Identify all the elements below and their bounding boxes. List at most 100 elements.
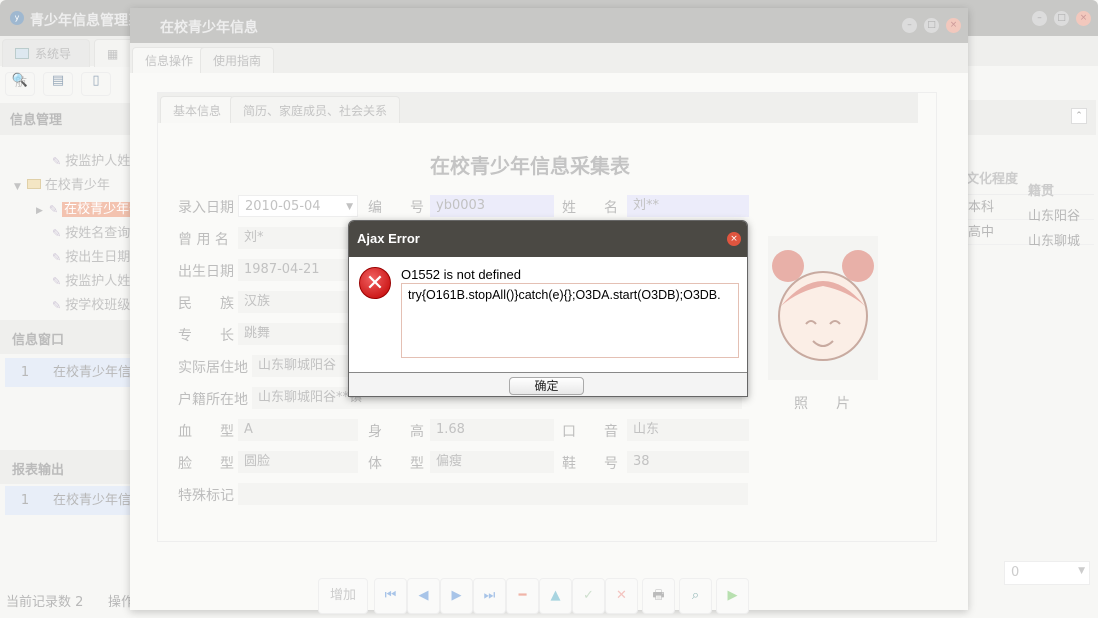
- accent-field[interactable]: 山东: [627, 419, 749, 441]
- birth-label: 出生日期: [178, 261, 234, 281]
- print-preview-button[interactable]: ⌕: [679, 578, 712, 614]
- window-list-row[interactable]: 1在校青少年信息: [5, 358, 130, 387]
- error-detail-textarea[interactable]: try{O161B.stopAll()}catch(e){};O3DA.star…: [401, 283, 739, 358]
- tab-user-guide[interactable]: 使用指南: [200, 47, 274, 73]
- cancel-button[interactable]: ✕: [605, 578, 638, 614]
- grid-icon: ▦: [107, 47, 118, 61]
- search-tool-button[interactable]: 🔍: [5, 72, 35, 96]
- dialog-title-bar: Ajax Error ×: [349, 221, 748, 257]
- tab-grid[interactable]: ▦: [94, 39, 134, 67]
- face-field[interactable]: 圆脸: [238, 451, 358, 473]
- height-label: 身 高: [368, 421, 424, 441]
- specialty-label: 专 长: [178, 325, 234, 345]
- content-header: ⌃: [968, 100, 1096, 135]
- sidebar-header-info-manage[interactable]: 信息管理: [0, 103, 130, 135]
- number-field[interactable]: yb0003: [430, 195, 554, 217]
- play-icon: ▶: [728, 588, 738, 603]
- build-label: 体 型: [368, 453, 424, 473]
- run-button[interactable]: ▶: [716, 578, 749, 614]
- height-field[interactable]: 1.68: [430, 419, 554, 441]
- table-row[interactable]: 本科山东阳谷: [968, 195, 1094, 220]
- last-record-button[interactable]: ⏭: [473, 578, 506, 614]
- edit-up-button[interactable]: ▲: [539, 578, 572, 614]
- wand-icon: ✎: [52, 275, 61, 288]
- entry-date-field[interactable]: 2010-05-04▼: [238, 195, 358, 217]
- shoe-label: 鞋 号: [562, 453, 618, 473]
- magnifier-icon: ⌕: [692, 588, 699, 603]
- minimize-button[interactable]: –: [1032, 11, 1047, 26]
- confirm-button[interactable]: ✓: [572, 578, 605, 614]
- collapse-arrow-icon: ▶: [36, 206, 43, 216]
- build-field[interactable]: 偏瘦: [430, 451, 554, 473]
- tab-basic-info[interactable]: 基本信息: [160, 96, 234, 123]
- dialog-title: Ajax Error: [357, 231, 420, 246]
- tab-system-nav[interactable]: 系统导航: [2, 39, 90, 67]
- add-button[interactable]: 增加: [318, 578, 368, 614]
- specialty-field[interactable]: 跳舞: [238, 323, 358, 345]
- print-button[interactable]: 🖶: [642, 578, 675, 614]
- tree-folder[interactable]: ▼在校青少年: [14, 174, 110, 193]
- name-label: 姓 名: [562, 197, 618, 217]
- photo[interactable]: [768, 236, 878, 380]
- face-label: 脸 型: [178, 453, 234, 473]
- dialog-close-button[interactable]: ×: [727, 232, 741, 246]
- maximize-button[interactable]: □: [924, 18, 939, 33]
- wand-icon: ✎: [52, 251, 61, 264]
- expand-arrow-icon: ▼: [14, 182, 21, 192]
- name-field[interactable]: 刘**: [627, 195, 749, 217]
- alias-field[interactable]: 刘*: [238, 227, 358, 249]
- ethnicity-field[interactable]: 汉族: [238, 291, 358, 313]
- chevron-down-icon: ▼: [346, 196, 353, 218]
- report-list-row[interactable]: 1在校青少年信息: [5, 486, 130, 515]
- app-logo-icon: y: [10, 11, 24, 25]
- shoe-field[interactable]: 38: [627, 451, 749, 473]
- number-label: 编 号: [368, 197, 424, 217]
- tree-item[interactable]: ✎按姓名查询: [52, 222, 130, 241]
- tab-info-operation[interactable]: 信息操作: [132, 47, 206, 73]
- alias-label: 曾 用 名: [178, 229, 229, 249]
- main-toolbar: 🔍 ▤ ▯: [0, 66, 130, 102]
- photo-label: 照 片: [794, 393, 850, 413]
- entry-date-label: 录入日期: [178, 197, 234, 217]
- monitor-icon: [15, 48, 29, 59]
- dialog-footer: 确定: [349, 372, 748, 397]
- wand-icon: ✎: [52, 227, 61, 240]
- next-record-button[interactable]: ▶: [440, 578, 473, 614]
- close-button[interactable]: ×: [946, 18, 961, 33]
- form-title: 在校青少年信息采集表: [430, 150, 630, 179]
- cartoon-girl-photo-icon: [768, 236, 878, 380]
- marks-field[interactable]: [238, 483, 748, 505]
- first-record-button[interactable]: ⏮: [374, 578, 407, 614]
- blood-field[interactable]: A: [238, 419, 358, 441]
- record-count: 当前记录数 2: [6, 591, 83, 610]
- sidebar-header-info-window[interactable]: 信息窗口: [0, 320, 130, 354]
- printer-icon: 🖶: [652, 588, 664, 603]
- minimize-button[interactable]: –: [902, 18, 917, 33]
- birth-field[interactable]: 1987-04-21: [238, 259, 358, 281]
- page-size-select[interactable]: 0▼: [1004, 561, 1090, 585]
- sidebar-header-report[interactable]: 报表输出: [0, 450, 130, 484]
- household-label: 户籍所在地: [178, 389, 248, 409]
- document-tool-button[interactable]: ▯: [81, 72, 111, 96]
- table-header: 文化程度籍贯: [968, 165, 1094, 195]
- ok-button[interactable]: 确定: [509, 377, 584, 395]
- list-tool-button[interactable]: ▤: [43, 72, 73, 96]
- child-tab-bar: 信息操作 使用指南: [130, 43, 968, 73]
- error-icon: ✕: [359, 267, 391, 299]
- tab-resume-family[interactable]: 简历、家庭成员、社会关系: [230, 96, 400, 123]
- table-row[interactable]: 高中山东聊城: [968, 220, 1094, 245]
- blood-label: 血 型: [178, 421, 234, 441]
- residence-label: 实际居住地: [178, 357, 248, 377]
- child-title-bar: 在校青少年信息 – □ ×: [130, 8, 968, 43]
- close-button[interactable]: ×: [1076, 11, 1091, 26]
- delete-button[interactable]: ━: [506, 578, 539, 614]
- wand-icon: ✎: [52, 299, 61, 312]
- maximize-button[interactable]: □: [1054, 11, 1069, 26]
- marks-label: 特殊标记: [178, 485, 234, 505]
- prev-record-button[interactable]: ◀: [407, 578, 440, 614]
- data-table: 文化程度籍贯 本科山东阳谷 高中山东聊城: [968, 165, 1094, 245]
- ethnicity-label: 民 族: [178, 293, 234, 313]
- collapse-up-button[interactable]: ⌃: [1071, 108, 1087, 124]
- wand-icon: ✎: [52, 155, 61, 168]
- ajax-error-dialog: Ajax Error × ✕ O1552 is not defined try{…: [348, 220, 748, 397]
